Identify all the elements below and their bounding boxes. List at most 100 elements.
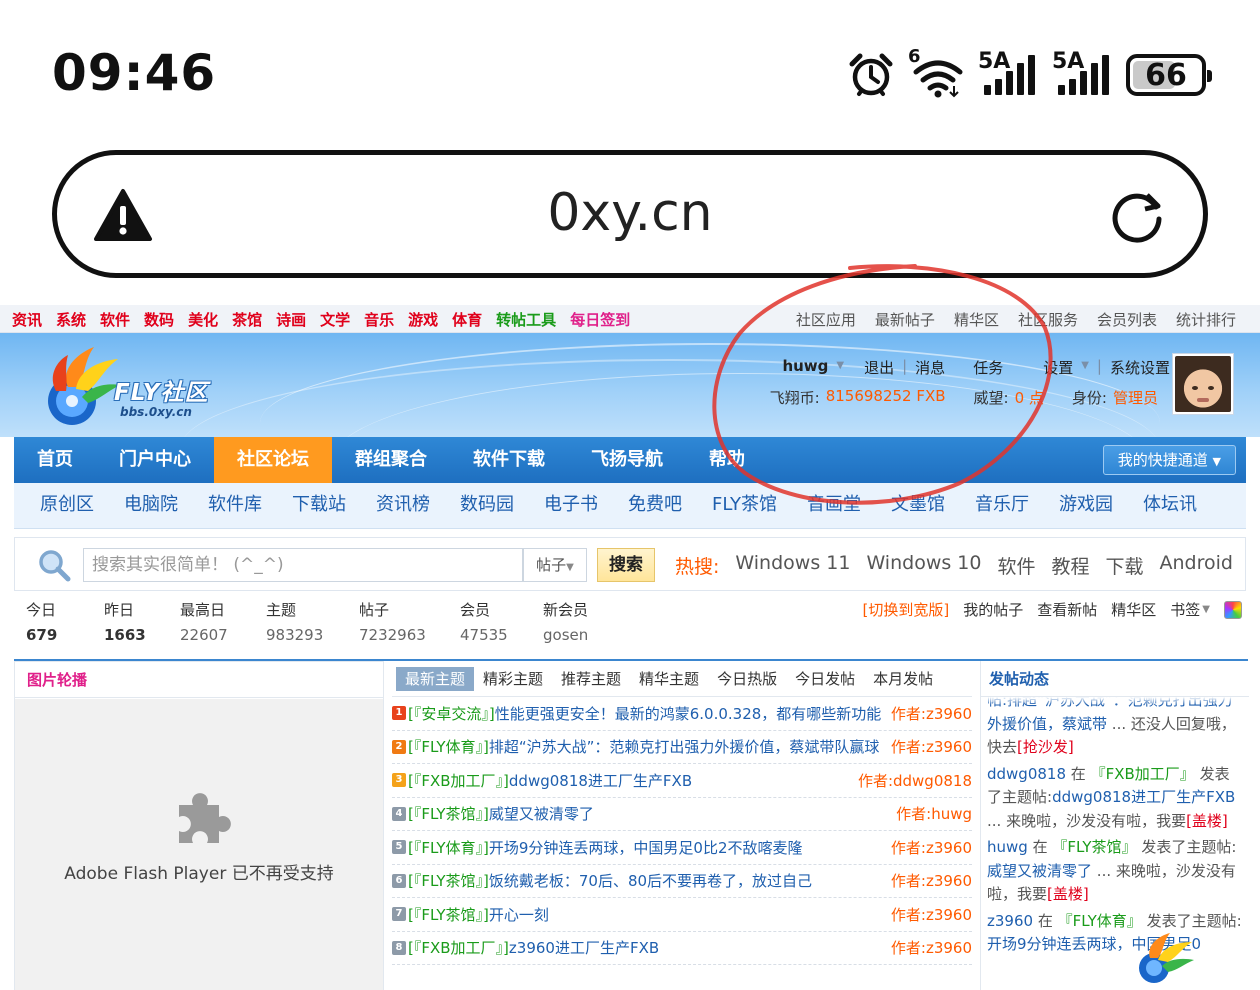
quick-link[interactable]: 书签	[1170, 599, 1200, 620]
reload-icon[interactable]	[1107, 185, 1167, 245]
thread-author-link[interactable]: 作者:z3960	[891, 736, 972, 757]
top-nav-category-link[interactable]: 诗画	[276, 309, 306, 330]
hot-search-term[interactable]: 教程	[1051, 552, 1089, 579]
color-palette-icon[interactable]	[1224, 600, 1242, 619]
thread-tab[interactable]: 精华主题	[630, 667, 708, 691]
activity-forum-link[interactable]: 『FLY体育』	[1058, 912, 1142, 930]
sub-nav-item[interactable]: 数码园	[460, 483, 514, 527]
top-nav-site-link[interactable]: 会员列表	[1097, 309, 1157, 330]
thread-author-link[interactable]: 作者:z3960	[891, 870, 972, 891]
thread-title-link[interactable]: ddwg0818进工厂生产FXB	[509, 770, 852, 791]
top-nav-category-link[interactable]: 游戏	[408, 309, 438, 330]
hot-search-term[interactable]: 软件	[997, 552, 1035, 579]
thread-title-link[interactable]: 开场9分钟连丢两球，中国男足0比2不敌喀麦隆	[489, 837, 885, 858]
sub-nav-item[interactable]: 电子书	[544, 483, 598, 527]
thread-row[interactable]: 3 [『FXB加工厂』] ddwg0818进工厂生产FXB 作者:ddwg0818	[392, 764, 972, 798]
messages-link[interactable]: 消息	[915, 357, 945, 378]
thread-tab[interactable]: 精彩主题	[474, 667, 552, 691]
address-bar[interactable]: 0xy.cn	[52, 150, 1208, 278]
thread-forum-link[interactable]: [『FXB加工厂』]	[408, 770, 509, 791]
avatar[interactable]	[1172, 353, 1234, 415]
activity-user-link[interactable]: huwg	[987, 838, 1028, 856]
thread-author-link[interactable]: 作者:z3960	[891, 904, 972, 925]
username-link[interactable]: huwg	[782, 357, 828, 378]
sub-nav-item[interactable]: 游戏园	[1059, 483, 1113, 527]
quick-link[interactable]: [切换到宽版]	[863, 599, 950, 620]
thread-title-link[interactable]: 饭统戴老板：70后、80后不要再卷了，放过自己	[489, 870, 885, 891]
thread-row[interactable]: 4 [『FLY茶馆』] 威望又被清零了 作者:huwg	[392, 798, 972, 831]
hot-search-term[interactable]: Android	[1160, 552, 1233, 579]
top-nav-category-link[interactable]: 音乐	[364, 309, 394, 330]
thread-author-link[interactable]: 作者:z3960	[891, 937, 972, 958]
sub-nav-item[interactable]: 文墨馆	[891, 483, 945, 527]
thread-title-link[interactable]: 性能更强更安全！最新的鸿蒙6.0.0.328，都有哪些新功能	[495, 703, 885, 724]
hot-search-term[interactable]: Windows 10	[866, 552, 981, 579]
settings-link[interactable]: 设置	[1043, 357, 1073, 378]
top-nav-category-link[interactable]: 转帖工具	[496, 309, 556, 330]
main-nav-item[interactable]: 社区论坛	[214, 437, 332, 483]
activity-thread-link[interactable]: 威望又被清零了	[987, 862, 1092, 880]
floating-logo-icon[interactable]	[1132, 930, 1198, 986]
thread-tab[interactable]: 本月发帖	[864, 667, 942, 691]
activity-user-link[interactable]: ddwg0818	[987, 765, 1066, 783]
top-nav-site-link[interactable]: 统计排行	[1176, 309, 1236, 330]
main-nav-item[interactable]: 门户中心	[96, 437, 214, 483]
search-type-select[interactable]: 帖子▼	[523, 548, 587, 582]
hot-search-term[interactable]: 下载	[1106, 552, 1144, 579]
thread-forum-link[interactable]: [『FXB加工厂』]	[408, 937, 509, 958]
hot-search-term[interactable]: Windows 11	[735, 552, 850, 579]
thread-row[interactable]: 6 [『FLY茶馆』] 饭统戴老板：70后、80后不要再卷了，放过自己 作者:z396…	[392, 865, 972, 898]
site-logo[interactable]: FLY社区 bbs.0xy.cn	[38, 339, 248, 431]
main-nav-item[interactable]: 群组聚合	[332, 437, 450, 483]
sub-nav-item[interactable]: 体坛讯	[1143, 483, 1197, 527]
top-nav-category-link[interactable]: 数码	[144, 309, 174, 330]
top-nav-site-link[interactable]: 社区服务	[1018, 309, 1078, 330]
thread-tab[interactable]: 推荐主题	[552, 667, 630, 691]
system-settings-link[interactable]: 系统设置	[1110, 357, 1170, 378]
activity-reply-link[interactable]: [盖楼]	[1047, 885, 1089, 903]
top-nav-category-link[interactable]: 资讯	[12, 309, 42, 330]
thread-title-link[interactable]: 排超“沪苏大战”：范赖克打出强力外援价值，蔡斌带队赢球	[489, 736, 885, 757]
thread-title-link[interactable]: z3960进工厂生产FXB	[509, 937, 885, 958]
sub-nav-item[interactable]: 音画堂	[807, 483, 861, 527]
top-nav-category-link[interactable]: 美化	[188, 309, 218, 330]
chevron-down-icon[interactable]: ▼	[1081, 357, 1089, 378]
quick-link[interactable]: 精华区	[1111, 599, 1156, 620]
sub-nav-item[interactable]: 原创区	[40, 483, 94, 527]
activity-thread-link[interactable]: ddwg0818进工厂生产FXB	[1052, 788, 1235, 806]
main-nav-item[interactable]: 首页	[14, 437, 96, 483]
thread-tab[interactable]: 今日热版	[708, 667, 786, 691]
thread-author-link[interactable]: 作者:ddwg0818	[858, 770, 972, 791]
top-nav-category-link[interactable]: 体育	[452, 309, 482, 330]
top-nav-site-link[interactable]: 社区应用	[796, 309, 856, 330]
sub-nav-item[interactable]: 下载站	[292, 483, 346, 527]
quick-link[interactable]: 查看新帖	[1037, 599, 1097, 620]
quick-channel-button[interactable]: 我的快捷通道 ▼	[1102, 445, 1236, 475]
thread-row[interactable]: 5 [『FLY体育』] 开场9分钟连丢两球，中国男足0比2不敌喀麦隆 作者:z3960	[392, 831, 972, 865]
thread-row[interactable]: 2 [『FLY体育』] 排超“沪苏大战”：范赖克打出强力外援价值，蔡斌带队赢球 作者:…	[392, 731, 972, 764]
thread-tab[interactable]: 今日发帖	[786, 667, 864, 691]
logout-link[interactable]: 退出	[864, 357, 894, 378]
thread-row[interactable]: 8 [『FXB加工厂』] z3960进工厂生产FXB 作者:z3960	[392, 932, 972, 965]
top-nav-site-link[interactable]: 精华区	[954, 309, 999, 330]
url-text[interactable]: 0xy.cn	[57, 183, 1203, 243]
stat-value[interactable]: gosen	[543, 626, 588, 644]
main-nav-item[interactable]: 飞扬导航	[568, 437, 686, 483]
thread-forum-link[interactable]: [『安卓交流』]	[408, 703, 495, 724]
thread-author-link[interactable]: 作者:z3960	[891, 703, 972, 724]
sub-nav-item[interactable]: FLY茶馆	[712, 483, 777, 527]
top-nav-site-link[interactable]: 最新帖子	[875, 309, 935, 330]
sub-nav-item[interactable]: 免费吧	[628, 483, 682, 527]
thread-author-link[interactable]: 作者:huwg	[896, 803, 972, 824]
top-nav-category-link[interactable]: 软件	[100, 309, 130, 330]
thread-forum-link[interactable]: [『FLY茶馆』]	[408, 803, 489, 824]
activity-forum-link[interactable]: 『FXB加工厂』	[1091, 765, 1195, 783]
top-nav-category-link[interactable]: 系统	[56, 309, 86, 330]
main-nav-item[interactable]: 帮助	[686, 437, 768, 483]
search-button[interactable]: 搜索	[597, 548, 655, 582]
thread-tab[interactable]: 最新主题	[396, 666, 475, 691]
search-input[interactable]: 搜索其实很简单！ (^_^)	[83, 548, 523, 582]
activity-user-link[interactable]: z3960	[987, 912, 1033, 930]
thread-forum-link[interactable]: [『FLY茶馆』]	[408, 870, 489, 891]
thread-row[interactable]: 1 [『安卓交流』] 性能更强更安全！最新的鸿蒙6.0.0.328，都有哪些新功能作…	[392, 697, 972, 731]
